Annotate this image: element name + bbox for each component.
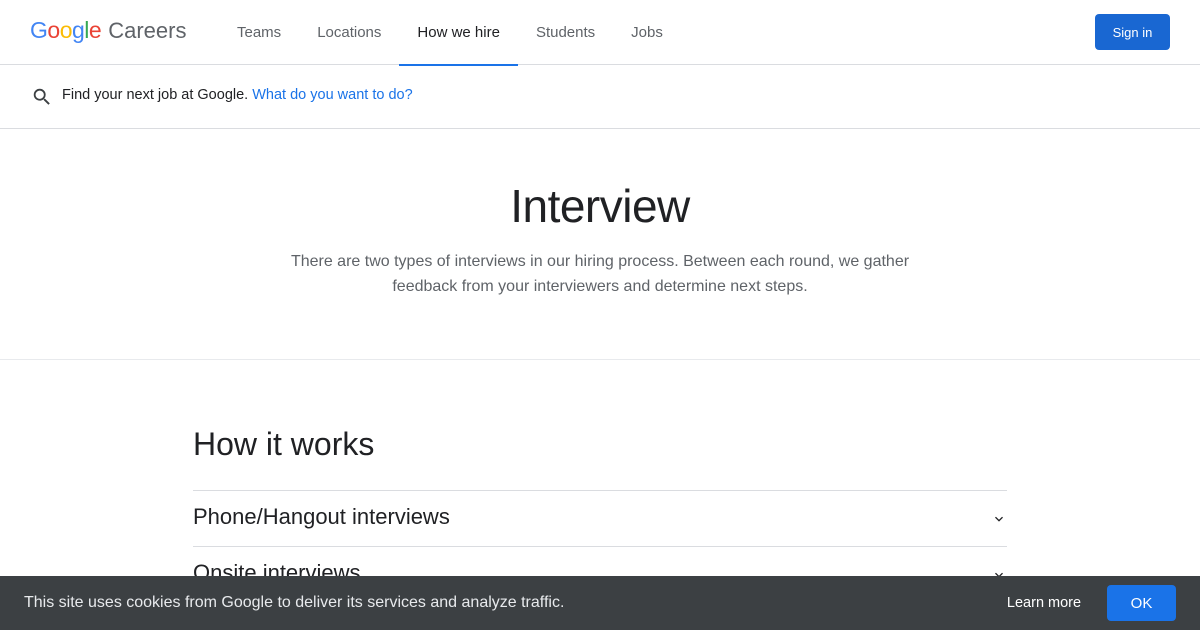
search-icon [33, 88, 50, 105]
sign-in-button[interactable]: Sign in [1095, 14, 1170, 50]
site-header: Google Careers Teams Locations How we hi… [0, 0, 1200, 66]
nav-locations[interactable]: Locations [299, 0, 399, 65]
hero-description: There are two types of interviews in our… [290, 253, 910, 295]
logo-letter: o [47, 17, 60, 43]
cookie-notice-text: This site uses cookies from Google to de… [24, 594, 565, 611]
search-prompt-text: Find your next job at Google. [62, 87, 249, 103]
search-prompt[interactable]: Find your next job at Google. What do yo… [62, 87, 413, 103]
nav-teams[interactable]: Teams [219, 0, 299, 65]
google-wordmark: Google [30, 17, 102, 44]
nav-how-we-hire[interactable]: How we hire [399, 0, 518, 66]
section-title: How it works [193, 426, 375, 462]
google-careers-logo[interactable]: Google Careers [30, 17, 186, 47]
logo-letter: o [59, 17, 73, 43]
hero-section: Interview There are two types of intervi… [0, 129, 1200, 360]
logo-letter: g [71, 17, 85, 43]
learn-more-button[interactable]: Learn more [991, 585, 1097, 621]
main-nav: Teams Locations How we hire Students Job… [219, 0, 681, 66]
nav-students[interactable]: Students [518, 0, 613, 65]
ok-button[interactable]: OK [1107, 585, 1176, 621]
search-placeholder-link[interactable]: What do you want to do? [252, 87, 412, 103]
page-title: Interview [510, 180, 690, 232]
nav-jobs[interactable]: Jobs [613, 0, 681, 65]
chevron-down-icon[interactable] [991, 511, 1007, 527]
accordion-label: Phone/Hangout interviews [193, 504, 450, 529]
accordion-phone-hangout-interviews[interactable]: Phone/Hangout interviews [193, 490, 1007, 546]
cookie-banner: This site uses cookies from Google to de… [0, 576, 1200, 630]
logo-letter: G [30, 17, 48, 43]
job-search-bar[interactable]: Find your next job at Google. What do yo… [0, 65, 1200, 129]
logo-letter: e [88, 17, 102, 43]
logo-careers-text: Careers [108, 18, 187, 43]
